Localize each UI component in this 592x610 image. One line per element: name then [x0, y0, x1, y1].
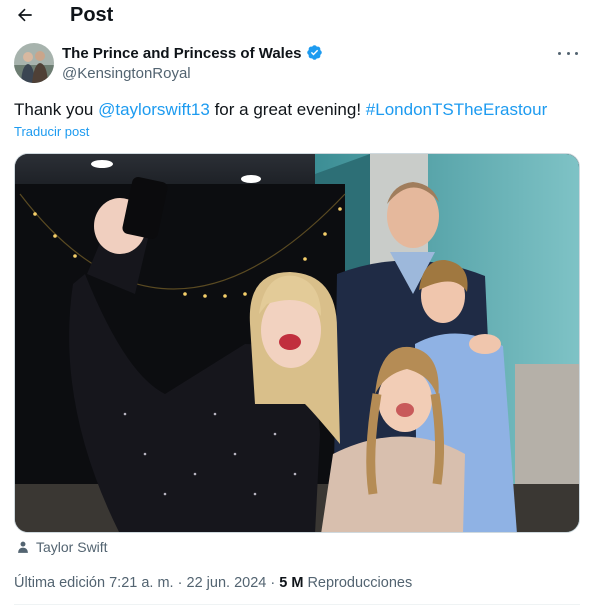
more-dot	[575, 51, 578, 55]
photo-illustration	[15, 154, 579, 532]
tweet-text: Thank you @taylorswift13 for a great eve…	[14, 99, 580, 120]
hashtag-link[interactable]: #LondonTSTheErastour	[366, 100, 547, 119]
tweet-photo[interactable]	[14, 153, 580, 533]
tweet-date[interactable]: 22 jun. 2024	[187, 575, 267, 591]
edited-label[interactable]: Última edición	[14, 575, 105, 591]
views-count: 5 M	[279, 575, 304, 591]
tweet-time[interactable]: 7:21 a. m.	[109, 575, 173, 591]
mention-link[interactable]: @taylorswift13	[98, 100, 210, 119]
tagged-user[interactable]: Taylor Swift	[16, 538, 108, 556]
meta-separator: ·	[177, 575, 183, 591]
views-label: Reproducciones	[307, 575, 413, 591]
verified-badge-icon	[306, 45, 322, 60]
display-name[interactable]: The Prince and Princess of Wales	[62, 44, 323, 63]
tweet-meta: Última edición 7:21 a. m. · 22 jun. 2024…	[14, 574, 412, 592]
divider	[14, 604, 580, 605]
avatar[interactable]	[14, 43, 54, 83]
tweet-author: The Prince and Princess of Wales @Kensin…	[14, 43, 580, 83]
back-button[interactable]	[14, 4, 36, 26]
tagged-user-name: Taylor Swift	[36, 539, 108, 555]
meta-separator: ·	[270, 575, 276, 591]
display-name-text: The Prince and Princess of Wales	[62, 45, 302, 62]
more-dot	[566, 51, 570, 55]
tweet-text-prefix: Thank you	[14, 100, 99, 119]
translate-post-link[interactable]: Traducir post	[14, 124, 89, 139]
post-header: Post	[0, 0, 592, 30]
tweet-text-middle: for a great evening!	[209, 100, 366, 119]
more-dot	[558, 51, 561, 55]
more-options-button[interactable]	[558, 45, 578, 61]
author-handle[interactable]: @KensingtonRoyal	[62, 65, 191, 83]
person-icon	[18, 541, 28, 553]
arrow-left-icon	[18, 8, 32, 22]
page-title: Post	[70, 4, 114, 26]
